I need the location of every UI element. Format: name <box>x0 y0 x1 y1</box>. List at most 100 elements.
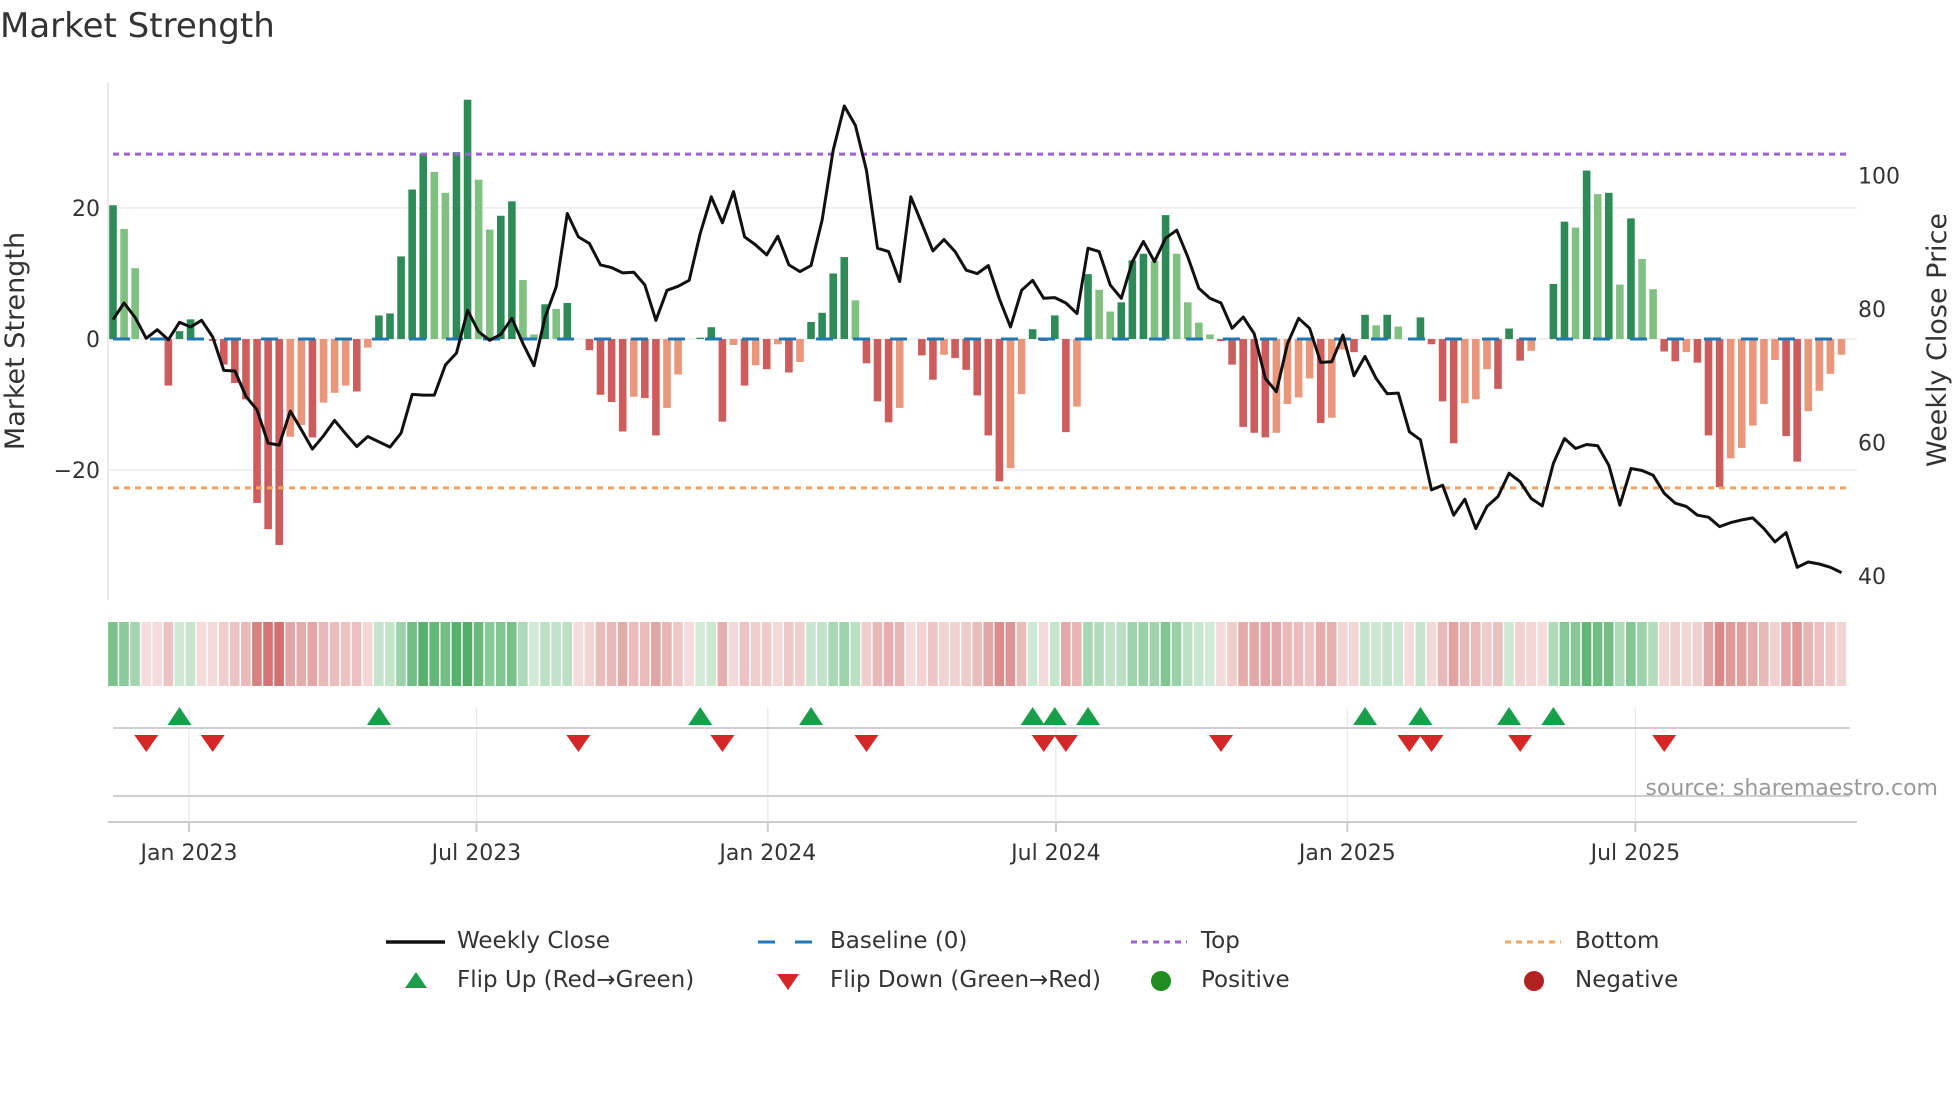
strength-bar <box>441 192 450 340</box>
strip-cell <box>1315 622 1326 686</box>
strip-cell <box>374 622 384 686</box>
strip-cell <box>252 622 262 686</box>
strip-cell <box>196 622 207 686</box>
legend-top: Top <box>1201 928 1240 954</box>
strip-cell <box>1559 622 1570 686</box>
flip-down-marker <box>1031 735 1056 752</box>
strength-bar <box>1616 284 1624 340</box>
strength-bar <box>1416 317 1425 340</box>
strength-bar <box>862 339 871 364</box>
strip-cell <box>1205 622 1215 686</box>
flip-down-marker <box>1209 735 1233 752</box>
legend-baseline: Baseline (0) <box>830 928 968 954</box>
strip-cell <box>662 622 672 686</box>
strip-cell <box>207 622 218 686</box>
flip-up-marker <box>799 707 824 725</box>
strength-bar <box>1084 274 1092 340</box>
strength-bar <box>618 339 627 432</box>
x-tick-label: Jan 2024 <box>717 841 816 866</box>
strength-bar <box>1682 339 1691 353</box>
strip-cell <box>1581 622 1592 686</box>
strip-cell <box>894 622 905 686</box>
strip-cell <box>684 622 694 686</box>
strip-cell <box>1725 622 1736 686</box>
strength-bar <box>297 339 306 425</box>
strength-bar <box>452 152 461 340</box>
strip-cell <box>529 622 539 686</box>
strip-cell <box>728 622 739 686</box>
strip-cell <box>241 622 251 686</box>
strip-cell <box>108 622 118 686</box>
strip-cell <box>1282 622 1293 686</box>
strength-bar <box>419 153 428 340</box>
strength-bar <box>1815 339 1824 391</box>
strength-bar <box>762 339 771 370</box>
x-tick-label: Jul 2023 <box>430 841 522 866</box>
positive-circle-icon <box>1151 971 1171 991</box>
strength-bar <box>319 339 328 403</box>
axes: 20 0 −20 100 80 60 40 Jan 2023 Jul 2023 Jan 2024 J… <box>54 164 1900 866</box>
strip-cell <box>1326 622 1337 686</box>
strip-cell <box>1681 622 1692 686</box>
strip-cell <box>761 622 772 686</box>
strip-cell <box>795 622 805 686</box>
strength-bar <box>751 339 760 366</box>
strip-cell <box>562 622 572 686</box>
strip-cell <box>495 622 506 686</box>
flip-down-marker <box>200 735 225 752</box>
strip-cell <box>473 622 484 686</box>
strip-cell <box>1437 622 1448 686</box>
strength-bar <box>1737 339 1746 448</box>
strip-cell <box>1592 622 1603 686</box>
grid-lines <box>107 82 1857 823</box>
strip-cell <box>141 622 151 686</box>
strip-cell <box>972 622 982 686</box>
y-axis-label: Market Strength <box>0 232 31 450</box>
strip-cell <box>1637 622 1647 686</box>
strength-bar <box>1605 192 1613 340</box>
negative-circle-icon <box>1524 971 1544 991</box>
y2-tick-label: 100 <box>1858 164 1900 189</box>
strip-cell <box>1759 622 1769 686</box>
strip-cell <box>928 622 938 686</box>
strip-cell <box>1515 622 1525 686</box>
strip-cell <box>163 622 174 686</box>
strip-cell <box>1171 622 1182 686</box>
strength-bar <box>984 339 993 436</box>
strength-bar <box>386 313 394 340</box>
flip-up-triangle-icon <box>405 972 427 988</box>
strip-cell <box>950 622 960 686</box>
strength-bar <box>352 339 361 392</box>
strength-bar <box>884 339 893 423</box>
strength-bar <box>1582 170 1591 340</box>
strip-cell <box>1781 622 1791 686</box>
strip-cell <box>673 622 683 686</box>
strength-bar <box>1383 314 1391 340</box>
strength-bar <box>851 300 860 340</box>
strength-bar <box>1660 339 1668 352</box>
strength-bar <box>1006 339 1015 469</box>
strip-cell <box>1648 622 1658 686</box>
strength-bar <box>1073 339 1081 407</box>
strip-cell <box>1836 622 1847 686</box>
strength-bar <box>696 337 705 340</box>
strip-cell <box>362 622 373 686</box>
strip-cell <box>739 622 750 686</box>
strength-bar <box>474 179 483 340</box>
strength-bar <box>940 339 948 355</box>
strength-bar <box>1837 339 1846 355</box>
flip-down-marker <box>1053 735 1078 752</box>
strength-bar <box>1560 221 1569 340</box>
strip-cell <box>1825 622 1836 686</box>
strip-cell <box>1382 622 1392 686</box>
strip-cell <box>606 622 617 686</box>
strength-bar <box>519 280 527 340</box>
flip-down-marker <box>1652 735 1677 752</box>
strip-cell <box>540 622 550 686</box>
strip-cell <box>285 622 295 686</box>
strength-bar <box>1239 339 1247 427</box>
strength-bar <box>840 257 849 340</box>
strip-cell <box>318 622 329 686</box>
strength-bar <box>1826 339 1835 374</box>
strength-bar <box>1051 315 1059 340</box>
